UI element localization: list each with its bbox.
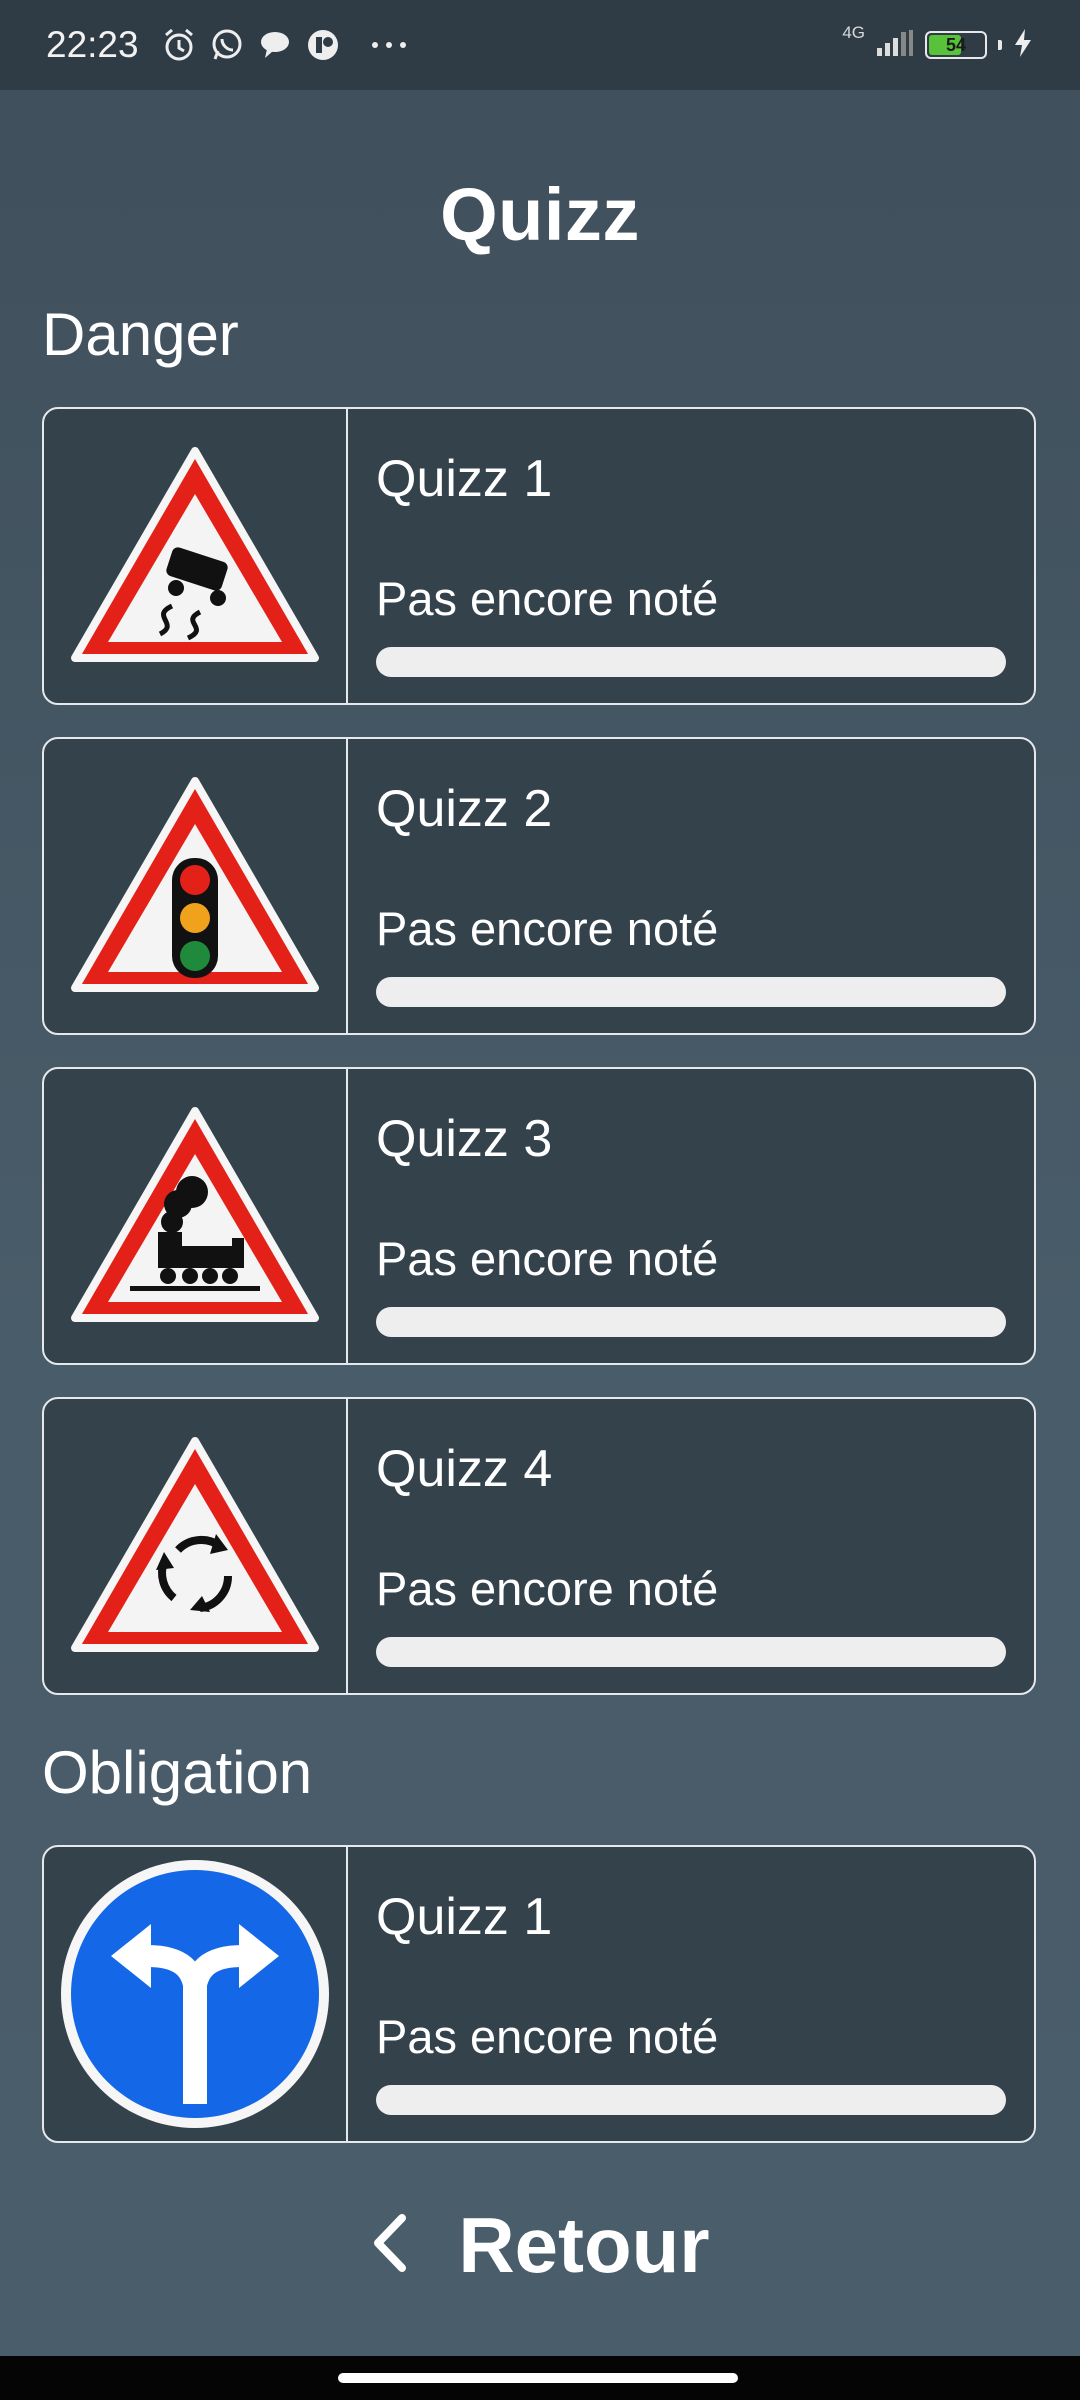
quiz-card-danger-2[interactable]: Quizz 2 Pas encore noté (42, 737, 1036, 1035)
quiz-progress-bar (376, 977, 1006, 1007)
page-title: Quizz (440, 173, 640, 256)
quiz-title: Quizz 3 (376, 1110, 553, 1168)
home-indicator[interactable] (338, 2373, 738, 2383)
quiz-card-body: Quizz 4 Pas encore noté (348, 1399, 1034, 1693)
quiz-progress-bar (376, 1307, 1006, 1337)
quiz-card-danger-3[interactable]: Quizz 3 Pas encore noté (42, 1067, 1036, 1365)
network-label: 4G (842, 23, 865, 42)
quiz-status: Pas encore noté (376, 902, 719, 955)
quiz-status: Pas encore noté (376, 572, 719, 625)
more-icon (369, 27, 409, 63)
quiz-title: Quizz 2 (376, 780, 553, 838)
slippery-road-sign-icon (44, 409, 348, 703)
quiz-card-obligation-1[interactable]: Quizz 1 Pas encore noté (42, 1845, 1036, 2143)
status-right: 4G 54 (842, 23, 1034, 64)
quiz-card-danger-4[interactable]: Quizz 4 Pas encore noté (42, 1397, 1036, 1695)
whatsapp-icon (209, 27, 245, 63)
roundabout-sign-icon (44, 1399, 348, 1693)
turn-left-or-right-sign-icon (44, 1847, 348, 2141)
battery-icon: 54 (925, 31, 987, 59)
section-title-obligation: Obligation (42, 1739, 313, 1806)
signal-icon (875, 28, 915, 63)
alarm-icon (161, 27, 197, 63)
section-title-danger: Danger (42, 301, 239, 368)
quiz-status: Pas encore noté (376, 2010, 719, 2063)
battery-level: 54 (945, 34, 967, 55)
battery-tip (998, 40, 1002, 50)
chat-icon (257, 27, 293, 63)
back-label: Retour (458, 2201, 710, 2289)
app-icon (305, 27, 341, 63)
chevron-left-icon (370, 2212, 410, 2279)
status-time: 22:23 (46, 24, 139, 65)
quiz-title: Quizz 1 (376, 1888, 553, 1946)
back-button-inner: Retour (370, 2200, 710, 2291)
status-bar: 22:23 4G 54 (0, 0, 1080, 90)
quiz-title: Quizz 1 (376, 450, 553, 508)
quiz-status: Pas encore noté (376, 1232, 719, 1285)
quiz-title: Quizz 4 (376, 1440, 553, 1498)
quiz-card-body: Quizz 1 Pas encore noté (348, 1847, 1034, 2141)
back-button[interactable]: Retour (0, 2200, 1080, 2291)
quiz-card-body: Quizz 1 Pas encore noté (348, 409, 1034, 703)
quiz-progress-bar (376, 647, 1006, 677)
traffic-light-sign-icon (44, 739, 348, 1033)
level-crossing-sign-icon (44, 1069, 348, 1363)
quiz-progress-bar (376, 2085, 1006, 2115)
quiz-progress-bar (376, 1637, 1006, 1667)
quiz-card-body: Quizz 3 Pas encore noté (348, 1069, 1034, 1363)
quiz-card-danger-1[interactable]: Quizz 1 Pas encore noté (42, 407, 1036, 705)
system-nav-bar (0, 2356, 1080, 2400)
quiz-status: Pas encore noté (376, 1562, 719, 1615)
charging-icon (1012, 27, 1034, 64)
quiz-card-body: Quizz 2 Pas encore noté (348, 739, 1034, 1033)
